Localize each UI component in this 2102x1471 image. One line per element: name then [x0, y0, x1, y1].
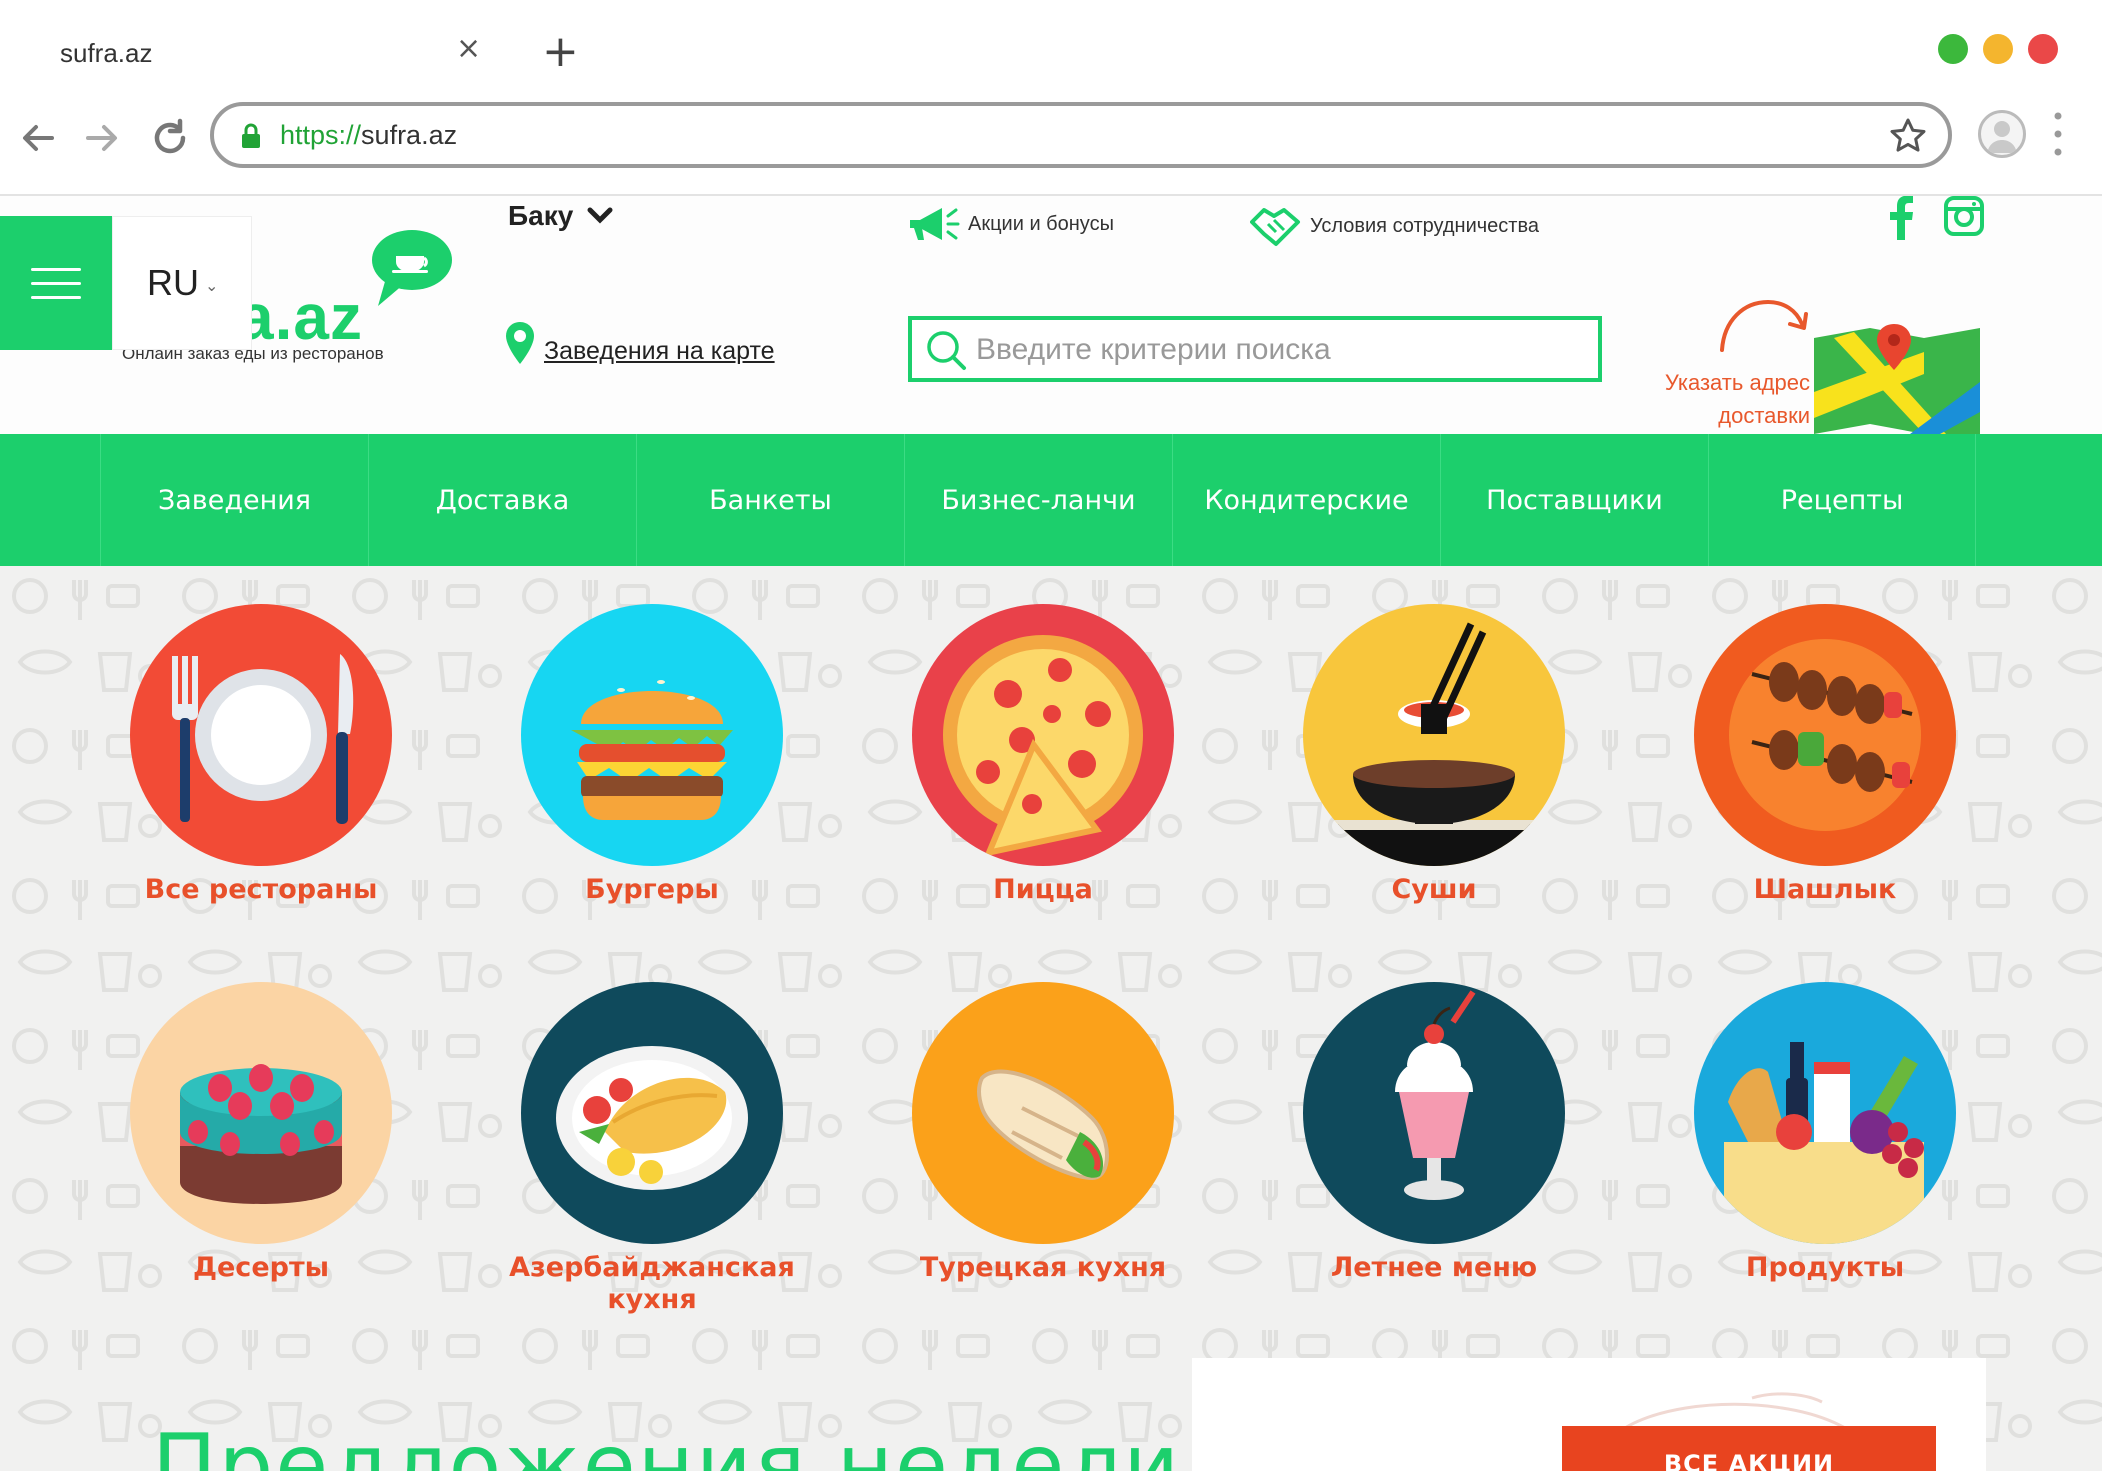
curved-arrow-icon — [1720, 299, 1808, 352]
pizza-icon — [912, 604, 1174, 866]
partnership-label: Условия сотрудничества — [1310, 214, 1539, 237]
hamburger-menu-button[interactable] — [0, 216, 112, 350]
plate-cutlery-icon — [130, 604, 392, 866]
delivery-address-link[interactable]: Указать адрес доставки — [1640, 366, 1810, 432]
menu-line — [31, 281, 81, 285]
nav-item-business-lunch[interactable]: Бизнес-ланчи — [904, 434, 1172, 566]
main-navigation: Заведения Доставка Банкеты Бизнес-ланчи … — [0, 434, 2102, 566]
arrow-right-icon — [86, 125, 117, 151]
window-minimize-button[interactable] — [1983, 34, 2013, 64]
city-selector[interactable]: Баку — [508, 200, 613, 232]
browser-window: sufra.az × + https://sufra.az a.az Онлай… — [0, 0, 2102, 1471]
nav-item-venues[interactable]: Заведения — [100, 434, 368, 566]
all-promotions-button[interactable]: ВСЕ АКЦИИ — [1562, 1426, 1936, 1471]
category-sushi[interactable]: Суши — [1284, 604, 1584, 906]
omelette-icon — [521, 982, 783, 1244]
reload-icon — [154, 118, 186, 154]
language-label: RU — [147, 262, 199, 303]
wrap-icon — [912, 982, 1174, 1244]
category-shashlik[interactable]: Шашлык — [1675, 604, 1975, 906]
profile-avatar-button[interactable] — [1978, 110, 2026, 158]
map-pin-icon — [506, 322, 534, 364]
search-icon — [927, 331, 966, 370]
url-host: sufra.az — [361, 120, 458, 150]
promotions-label: Акции и бонусы — [968, 212, 1114, 235]
chevron-down-icon — [587, 207, 613, 224]
category-summer-menu[interactable]: Летнее меню — [1284, 982, 1584, 1284]
browser-menu-icon[interactable] — [2048, 108, 2068, 160]
logo-cup-bubble-icon — [372, 230, 452, 306]
category-label: Все рестораны — [144, 874, 378, 905]
reload-button[interactable] — [146, 114, 194, 162]
milkshake-icon — [1303, 982, 1565, 1244]
grocery-bag-icon — [1694, 982, 1956, 1244]
megaphone-icon — [910, 208, 960, 240]
user-icon — [1987, 121, 2017, 153]
instagram-icon[interactable] — [1944, 196, 1984, 236]
burger-icon — [521, 604, 783, 866]
address-bar[interactable]: https://sufra.az — [210, 102, 1952, 168]
back-button[interactable] — [14, 114, 62, 162]
category-label: Шашлык — [1753, 874, 1897, 905]
window-close-button[interactable] — [2028, 34, 2058, 64]
category-label: Азербайджанская кухня — [509, 1252, 795, 1315]
cake-icon — [130, 982, 392, 1244]
nav-item-recipes[interactable]: Рецепты — [1708, 434, 1976, 566]
nav-item-confectionery[interactable]: Кондитерские — [1172, 434, 1440, 566]
tab-title[interactable]: sufra.az — [60, 38, 153, 69]
menu-line — [31, 295, 81, 299]
search-box[interactable] — [908, 316, 1602, 382]
category-pizza[interactable]: Пицца — [893, 604, 1193, 906]
category-label: Летнее меню — [1330, 1252, 1538, 1283]
category-groceries[interactable]: Продукты — [1675, 982, 1975, 1284]
category-desserts[interactable]: Десерты — [111, 982, 411, 1284]
category-burgers[interactable]: Бургеры — [502, 604, 802, 906]
new-tab-button[interactable]: + — [542, 30, 579, 74]
logo-text[interactable]: a.az — [238, 280, 363, 354]
url-text: https://sufra.az — [280, 120, 457, 151]
category-label: Десерты — [192, 1252, 330, 1283]
window-maximize-button[interactable] — [1938, 34, 1968, 64]
category-section: Все рестораны Бургеры Пицца Суши Шашлык — [0, 566, 2102, 1471]
category-all-restaurants[interactable]: Все рестораны — [111, 604, 411, 906]
category-label: Суши — [1391, 874, 1477, 905]
url-scheme: https:// — [280, 120, 362, 150]
search-input[interactable] — [976, 330, 1576, 370]
category-azerbaijani[interactable]: Азербайджанская кухня — [502, 982, 802, 1316]
city-label: Баку — [508, 200, 574, 231]
bookmark-star-icon[interactable] — [1888, 116, 1928, 156]
site-header: a.az Онлайн заказ еды из ресторанов RU ⌄ … — [0, 196, 2102, 434]
nav-item-delivery[interactable]: Доставка — [368, 434, 636, 566]
weekly-offers-title: Предложения недели — [152, 1416, 1182, 1471]
browser-toolbar: https://sufra.az — [0, 90, 2102, 196]
delivery-address-line1: Указать адрес — [1664, 370, 1810, 395]
delivery-address-line2: доставки — [1718, 403, 1810, 428]
nav-item-banquets[interactable]: Банкеты — [636, 434, 904, 566]
handshake-icon — [1250, 208, 1300, 246]
promotions-link[interactable]: Акции и бонусы — [906, 204, 1114, 244]
venues-map-label: Заведения на карте — [544, 337, 775, 365]
category-turkish[interactable]: Турецкая кухня — [893, 982, 1193, 1284]
nav-item-suppliers[interactable]: Поставщики — [1440, 434, 1708, 566]
menu-line — [31, 267, 81, 271]
map-marker-icon[interactable] — [1814, 322, 1980, 434]
tab-close-button[interactable]: × — [456, 34, 481, 64]
tab-bar: sufra.az × + — [0, 0, 2102, 90]
category-label: Бургеры — [585, 874, 719, 905]
forward-button[interactable] — [78, 114, 126, 162]
lock-icon — [242, 123, 260, 148]
category-label: Пицца — [993, 874, 1093, 905]
chevron-down-icon: ⌄ — [205, 278, 219, 295]
language-selector[interactable]: RU ⌄ — [112, 216, 252, 350]
facebook-icon[interactable] — [1888, 196, 1914, 240]
sushi-icon — [1303, 604, 1565, 866]
kebab-icon — [1694, 604, 1956, 866]
arrow-left-icon — [23, 125, 54, 151]
category-label: Турецкая кухня — [919, 1252, 1167, 1283]
partnership-link[interactable]: Условия сотрудничества — [1250, 204, 1539, 248]
category-label: Продукты — [1745, 1252, 1905, 1283]
venues-map-link[interactable]: Заведения на карте — [504, 320, 775, 366]
